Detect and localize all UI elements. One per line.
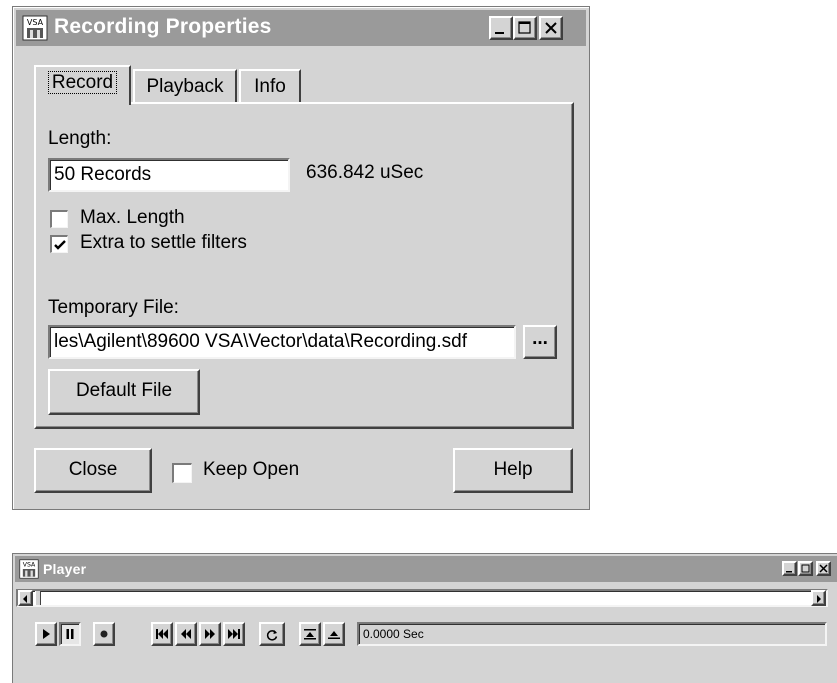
pause-button[interactable]: [59, 622, 81, 646]
temp-file-input[interactable]: les\Agilent\89600 VSA\Vector\data\Record…: [48, 325, 516, 359]
window-title: Recording Properties: [54, 15, 272, 38]
close-icon: [545, 22, 557, 34]
marker-start-icon: [304, 629, 316, 640]
vsa-app-icon: VSA: [22, 15, 48, 41]
seek-right-arrow[interactable]: [811, 590, 826, 606]
keep-open-checkbox[interactable]: [172, 463, 192, 483]
player-maximize-button[interactable]: [798, 561, 813, 576]
go-to-start-button[interactable]: [151, 622, 173, 646]
length-input[interactable]: 50 Records: [48, 158, 290, 192]
player-title: Player: [43, 561, 87, 577]
extra-settle-label: Extra to settle filters: [80, 232, 247, 253]
marker-end-icon: [328, 631, 340, 639]
max-length-label: Max. Length: [80, 207, 185, 228]
recording-properties-window: VSA Recording Properties Record Playback…: [12, 6, 590, 510]
extra-settle-checkbox[interactable]: [50, 235, 68, 253]
tab-info[interactable]: Info: [239, 69, 301, 105]
go-to-end-button[interactable]: [223, 622, 245, 646]
minimize-button[interactable]: [489, 16, 513, 40]
skip-end-icon: [228, 629, 240, 639]
fast-forward-icon: [205, 629, 215, 639]
default-file-button[interactable]: Default File: [48, 369, 200, 415]
arrow-left-icon: [23, 595, 27, 603]
loop-icon: [266, 630, 278, 641]
play-icon: [43, 629, 50, 639]
rewind-button[interactable]: [175, 622, 197, 646]
pause-icon: [66, 629, 74, 639]
arrow-right-icon: [817, 595, 821, 603]
seek-left-arrow[interactable]: [18, 590, 33, 606]
tab-playback[interactable]: Playback: [133, 69, 237, 105]
close-window-button[interactable]: [539, 16, 563, 40]
play-button[interactable]: [35, 622, 57, 646]
keep-open-label: Keep Open: [203, 459, 300, 480]
tab-info-label: Info: [254, 76, 286, 97]
loop-button[interactable]: [259, 622, 285, 646]
maximize-icon: [801, 564, 810, 573]
player-window: VSA Player 0.0000 Sec: [12, 553, 837, 683]
time-readout: 0.0000 Sec: [357, 622, 827, 646]
record-icon: [100, 630, 108, 638]
help-button[interactable]: Help: [453, 448, 573, 493]
svg-text:VSA: VSA: [27, 18, 44, 27]
close-icon: [819, 564, 828, 573]
length-time-readout: 636.842 uSec: [306, 162, 424, 183]
record-button[interactable]: [93, 622, 115, 646]
max-length-checkbox[interactable]: [50, 210, 68, 228]
maximize-button[interactable]: [513, 16, 537, 40]
svg-text:VSA: VSA: [23, 562, 36, 569]
minimize-icon: [495, 32, 504, 34]
maximize-icon: [518, 21, 531, 34]
player-close-button[interactable]: [816, 561, 831, 576]
player-title-bar[interactable]: VSA Player: [15, 556, 837, 582]
title-bar[interactable]: VSA Recording Properties: [16, 10, 586, 46]
rewind-icon: [181, 629, 191, 639]
tab-record-label: Record: [47, 71, 118, 94]
seek-thumb[interactable]: [35, 591, 41, 605]
close-button[interactable]: Close: [34, 448, 152, 493]
player-minimize-button[interactable]: [782, 561, 797, 576]
browse-button[interactable]: ...: [523, 325, 557, 359]
tab-playback-label: Playback: [146, 76, 224, 97]
vsa-app-icon: VSA: [19, 559, 39, 579]
set-end-button[interactable]: [323, 622, 345, 646]
length-label: Length:: [48, 128, 112, 149]
record-tab-panel: Length: 50 Records 636.842 uSec Max. Len…: [34, 102, 574, 429]
tab-record[interactable]: Record: [34, 65, 131, 105]
minimize-icon: [786, 571, 792, 573]
seek-track[interactable]: [16, 589, 828, 607]
temp-file-label: Temporary File:: [48, 297, 179, 318]
set-start-button[interactable]: [299, 622, 321, 646]
skip-start-icon: [156, 629, 168, 639]
fast-forward-button[interactable]: [199, 622, 221, 646]
checkmark-icon: [54, 240, 66, 250]
